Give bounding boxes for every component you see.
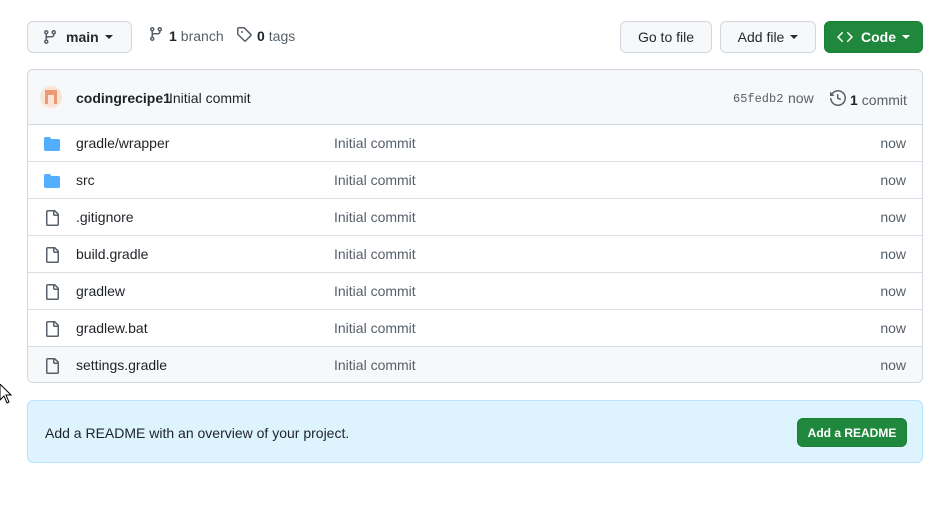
- file-commit-message[interactable]: Initial commit: [334, 135, 416, 151]
- branch-select-button[interactable]: main: [27, 21, 132, 53]
- go-to-file-label: Go to file: [637, 29, 695, 45]
- file-name[interactable]: gradle/wrapper: [76, 135, 169, 151]
- readme-prompt-text: Add a README with an overview of your pr…: [45, 425, 350, 441]
- file-commit-message[interactable]: Initial commit: [334, 320, 416, 336]
- table-row[interactable]: src Initial commit now: [28, 162, 922, 199]
- commit-sha[interactable]: 65fedb2: [733, 92, 783, 106]
- git-branch-icon: [42, 29, 58, 45]
- add-file-label: Add file: [737, 29, 785, 45]
- table-row[interactable]: .gitignore Initial commit now: [28, 199, 922, 236]
- file-commit-time: now: [880, 246, 906, 262]
- table-row[interactable]: settings.gradle Initial commit now: [28, 347, 922, 382]
- latest-commit-bar: codingrecipe1 Initial commit 65fedb2 now…: [28, 70, 922, 125]
- history-icon: [830, 89, 847, 109]
- file-commit-time: now: [880, 283, 906, 299]
- branches-label: branch: [180, 27, 224, 44]
- file-icon: [44, 321, 60, 340]
- caret-down-icon: [902, 35, 910, 39]
- file-commit-time: now: [880, 135, 906, 151]
- tags-count: 0: [257, 27, 265, 44]
- file-commit-time: now: [880, 357, 906, 373]
- file-commit-message[interactable]: Initial commit: [334, 172, 416, 188]
- file-commit-message[interactable]: Initial commit: [334, 357, 416, 373]
- commits-link[interactable]: 1 commit: [830, 89, 907, 109]
- tags-link[interactable]: 0 tags: [236, 26, 295, 45]
- mouse-cursor-icon: [0, 383, 13, 407]
- table-row[interactable]: gradle/wrapper Initial commit now: [28, 125, 922, 162]
- tag-icon: [236, 26, 252, 45]
- tags-label: tags: [268, 27, 296, 44]
- file-commit-message[interactable]: Initial commit: [334, 283, 416, 299]
- file-icon: [44, 358, 60, 377]
- table-row[interactable]: gradlew Initial commit now: [28, 273, 922, 310]
- table-row[interactable]: build.gradle Initial commit now: [28, 236, 922, 273]
- code-label: Code: [861, 29, 896, 45]
- caret-down-icon: [104, 35, 113, 39]
- file-commit-time: now: [880, 209, 906, 225]
- file-name[interactable]: gradlew: [76, 283, 125, 299]
- file-icon: [44, 210, 60, 229]
- file-name[interactable]: .gitignore: [76, 209, 134, 225]
- readme-banner: Add a README with an overview of your pr…: [27, 400, 923, 463]
- code-button[interactable]: Code: [824, 21, 923, 53]
- file-commit-time: now: [880, 172, 906, 188]
- file-commit-message[interactable]: Initial commit: [334, 209, 416, 225]
- file-name[interactable]: settings.gradle: [76, 357, 167, 373]
- commit-message[interactable]: Initial commit: [169, 90, 251, 106]
- commits-label: commit: [861, 91, 907, 108]
- commit-time: now: [788, 90, 814, 106]
- git-branch-icon: [148, 26, 164, 45]
- table-row[interactable]: gradlew.bat Initial commit now: [28, 310, 922, 347]
- folder-icon: [44, 173, 60, 192]
- file-commit-message[interactable]: Initial commit: [334, 246, 416, 262]
- code-icon: [837, 29, 853, 45]
- branches-count: 1: [169, 27, 177, 44]
- add-readme-button[interactable]: Add a README: [797, 418, 907, 447]
- file-icon: [44, 247, 60, 266]
- file-name[interactable]: src: [76, 172, 95, 188]
- file-commit-time: now: [880, 320, 906, 336]
- add-file-button[interactable]: Add file: [720, 21, 816, 53]
- folder-icon: [44, 136, 60, 155]
- file-icon: [44, 284, 60, 303]
- go-to-file-button[interactable]: Go to file: [620, 21, 712, 53]
- file-list: codingrecipe1 Initial commit 65fedb2 now…: [27, 69, 923, 383]
- avatar[interactable]: [40, 86, 62, 108]
- file-name[interactable]: build.gradle: [76, 246, 148, 262]
- caret-down-icon: [790, 35, 799, 39]
- commit-author[interactable]: codingrecipe1: [76, 90, 171, 106]
- branches-link[interactable]: 1 branch: [148, 26, 224, 45]
- branch-name: main: [66, 29, 99, 45]
- file-name[interactable]: gradlew.bat: [76, 320, 148, 336]
- commits-count: 1: [850, 91, 858, 108]
